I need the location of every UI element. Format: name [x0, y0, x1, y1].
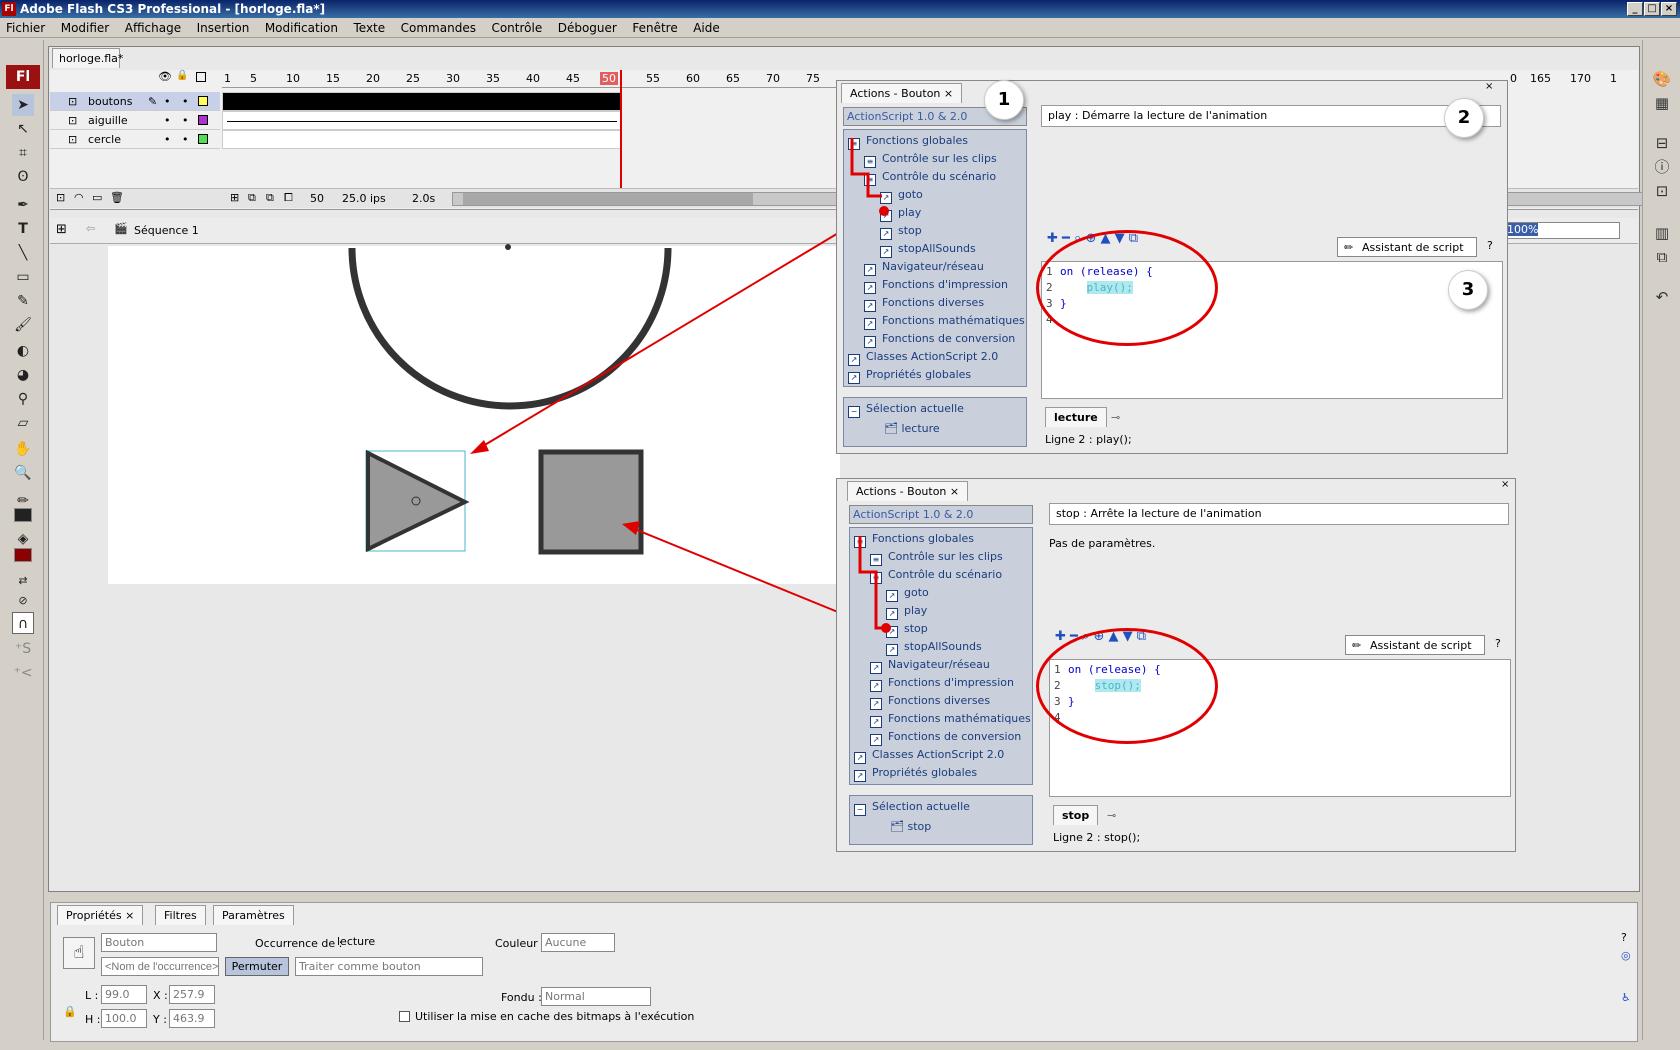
connector-dot	[879, 206, 889, 216]
components-icon[interactable]: ⧉	[1651, 246, 1673, 268]
blend-select[interactable]: Normal	[541, 987, 651, 1006]
blend-label: Fondu :	[501, 991, 542, 1004]
blend-value: Normal	[545, 990, 585, 1003]
width-input[interactable]: 99.0	[101, 985, 147, 1004]
history-icon[interactable]: ↶	[1651, 286, 1673, 308]
button-symbol-icon: ☝	[63, 937, 95, 969]
transform-icon[interactable]: ⊡	[1651, 180, 1673, 202]
right-panels-bar: 🎨 ▦ ⊟ ⓘ ⊡ ▥ ⧉ ↶	[1642, 40, 1680, 1040]
help-icon[interactable]: ?	[1621, 931, 1627, 944]
constrain-lock-icon[interactable]: 🔒	[63, 1005, 77, 1018]
height-label: H :	[85, 1013, 101, 1026]
color-select[interactable]: Aucune	[541, 933, 615, 952]
color-label: Couleur :	[495, 937, 545, 950]
callout-1: 1	[984, 80, 1024, 120]
callout-3: 3	[1448, 270, 1488, 310]
connector-bottom	[858, 536, 884, 630]
x-input[interactable]: 257.9	[169, 985, 215, 1004]
color-mixer-icon[interactable]: 🎨	[1651, 68, 1673, 90]
y-label: Y :	[153, 1013, 167, 1026]
cache-checkbox[interactable]	[399, 1011, 410, 1022]
instance-of-label: Occurrence de :	[255, 937, 343, 950]
library-icon[interactable]: ▥	[1651, 222, 1673, 244]
connector-top	[850, 138, 882, 198]
swatches-icon[interactable]: ▦	[1651, 92, 1673, 114]
width-value: 99.0	[105, 988, 130, 1001]
properties-panel: Propriétés × Filtres Paramètres ☝ Bouton…	[50, 902, 1638, 1042]
align-icon[interactable]: ⊟	[1651, 132, 1673, 154]
tab-label: Propriétés	[66, 909, 122, 922]
tab-parametres[interactable]: Paramètres	[213, 905, 294, 925]
color-value: Aucune	[545, 936, 587, 949]
tab-filtres[interactable]: Filtres	[155, 905, 206, 925]
tab-proprietes[interactable]: Propriétés ×	[57, 905, 144, 925]
accessibility-icon[interactable]: ♿	[1621, 991, 1631, 1004]
callout-2: 2	[1444, 98, 1484, 138]
height-input[interactable]: 100.0	[101, 1009, 147, 1028]
width-label: L :	[85, 989, 99, 1002]
symbol-type-select[interactable]: Bouton	[101, 933, 217, 952]
instance-name-input[interactable]	[101, 957, 219, 976]
track-select[interactable]: Traiter comme bouton	[295, 957, 483, 976]
info-icon[interactable]: ⓘ	[1651, 156, 1673, 178]
tab-label: Paramètres	[222, 909, 285, 922]
instance-of-value: lecture	[337, 935, 376, 948]
symbol-type: Bouton	[105, 936, 145, 949]
x-label: X :	[153, 989, 168, 1002]
connector-dot	[881, 623, 891, 633]
swap-button[interactable]: Permuter	[225, 957, 289, 976]
track-value: Traiter comme bouton	[299, 960, 421, 973]
edit-icon[interactable]: ◎	[1621, 949, 1631, 962]
tab-label: Filtres	[164, 909, 197, 922]
tree-connectors	[850, 138, 891, 633]
height-value: 100.0	[105, 1012, 137, 1025]
y-input[interactable]: 463.9	[169, 1009, 215, 1028]
cache-label: Utiliser la mise en cache des bitmaps à …	[415, 1010, 695, 1023]
y-value: 463.9	[173, 1012, 205, 1025]
x-value: 257.9	[173, 988, 205, 1001]
